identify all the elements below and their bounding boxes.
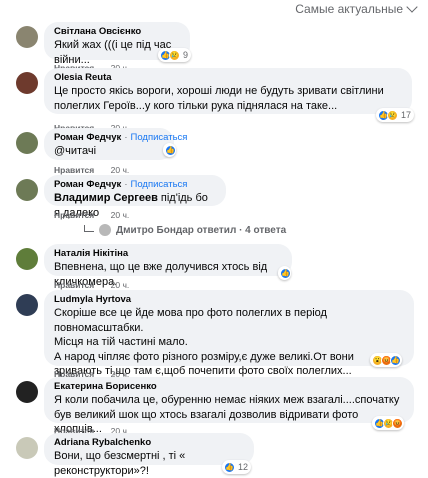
avatar[interactable] (16, 179, 38, 201)
comment-author: Роман Федчук · Подписаться (54, 132, 188, 143)
comment-author[interactable]: Olesia Reuta (54, 72, 402, 84)
reaction-summary[interactable]: 👍 😢 😡 (372, 416, 404, 430)
comment-timestamp[interactable]: 20 ч. (111, 210, 130, 220)
avatar[interactable] (16, 72, 38, 94)
view-replies-link[interactable]: Дмитро Бондар ответил · 4 ответа (84, 224, 286, 236)
comment-actions: Нравится 20 ч. (54, 280, 129, 290)
like-button[interactable]: Нравится (54, 210, 94, 220)
sort-dropdown[interactable]: Самые актуальные (295, 1, 418, 16)
avatar[interactable] (16, 381, 38, 403)
angry-icon: 😡 (392, 417, 403, 429)
sad-icon: 😢 (387, 109, 398, 121)
comment-author[interactable]: Ludmyla Hyrtova (54, 294, 404, 306)
like-icon: 👍 (165, 144, 176, 156)
like-icon: 👍 (390, 354, 401, 366)
author-name[interactable]: Роман Федчук (54, 132, 121, 143)
comment-bubble: Роман Федчук · Подписаться Владимир Сергее… (44, 175, 226, 219)
follow-button[interactable]: Подписаться (131, 179, 188, 190)
comment-bubble: Adriana Rybalchenko Вони, що безсмертні … (44, 433, 254, 477)
comment-author[interactable]: Екатерина Борисенко (54, 381, 404, 393)
reaction-summary[interactable]: 👍 (278, 266, 291, 280)
reaction-summary[interactable]: 😮 😡 👍 (370, 353, 402, 367)
comment-author[interactable]: Adriana Rybalchenko (54, 437, 244, 449)
like-button[interactable]: Нравится (54, 165, 94, 175)
avatar[interactable] (16, 132, 38, 154)
like-icon: 👍 (280, 267, 291, 279)
comment-author: Роман Федчук · Подписаться (54, 179, 188, 190)
comment-bubble: Роман Федчук · Подписаться @читачі (44, 128, 188, 160)
comment-actions: Нравится 20 ч. (54, 165, 129, 175)
reaction-summary[interactable]: 👍 (163, 143, 176, 157)
comment-text: @читачі (54, 145, 97, 157)
comment-author[interactable]: Наталія Нікітіна (54, 248, 282, 260)
author-name[interactable]: Роман Федчук (54, 179, 121, 190)
reaction-count: 9 (183, 50, 189, 60)
mention-link[interactable]: Владимир Сергеев (54, 192, 158, 204)
reaction-count: 17 (401, 110, 412, 120)
reaction-count: 12 (238, 462, 249, 472)
reaction-summary[interactable]: 👍 😢 17 (376, 108, 415, 122)
comment-timestamp[interactable]: 20 ч. (111, 165, 130, 175)
comment-actions: Нравится 20 ч. (54, 210, 129, 220)
follow-button[interactable]: Подписаться (131, 132, 188, 143)
like-icon: 👍 (224, 461, 235, 473)
comment-text: Це просто якісь вороги, хороші люди не б… (54, 85, 387, 112)
sad-icon: 😢 (169, 49, 180, 61)
comment-text: Вони, що безсмертні , ті « реконструктор… (54, 450, 189, 477)
comment-bubble: Екатерина Борисенко Я коли побачила це, … (44, 377, 414, 435)
like-button[interactable]: Нравится (54, 280, 94, 290)
avatar (99, 224, 111, 236)
avatar[interactable] (16, 437, 38, 459)
comment-text: Скоріше все це йде мова про фото полегли… (54, 307, 354, 377)
replies-label: Дмитро Бондар ответил · 4 ответа (116, 224, 287, 236)
comment-author[interactable]: Світлана Овсієнко (54, 26, 180, 38)
comment-timestamp[interactable]: 20 ч. (111, 280, 130, 290)
comment-bubble: Olesia Reuta Це просто якісь вороги, хор… (44, 68, 412, 114)
avatar[interactable] (16, 294, 38, 316)
avatar[interactable] (16, 248, 38, 270)
avatar[interactable] (16, 26, 38, 48)
reaction-summary[interactable]: 👍 😢 9 (158, 48, 192, 62)
comment-bubble: Ludmyla Hyrtova Скоріше все це йде мова … (44, 290, 414, 377)
sort-label: Самые актуальные (295, 2, 403, 16)
reply-arrow-icon (84, 224, 94, 232)
chevron-down-icon (406, 1, 418, 13)
comment-bubble: Наталія Нікітіна Впевнена, що це вже дол… (44, 244, 292, 288)
